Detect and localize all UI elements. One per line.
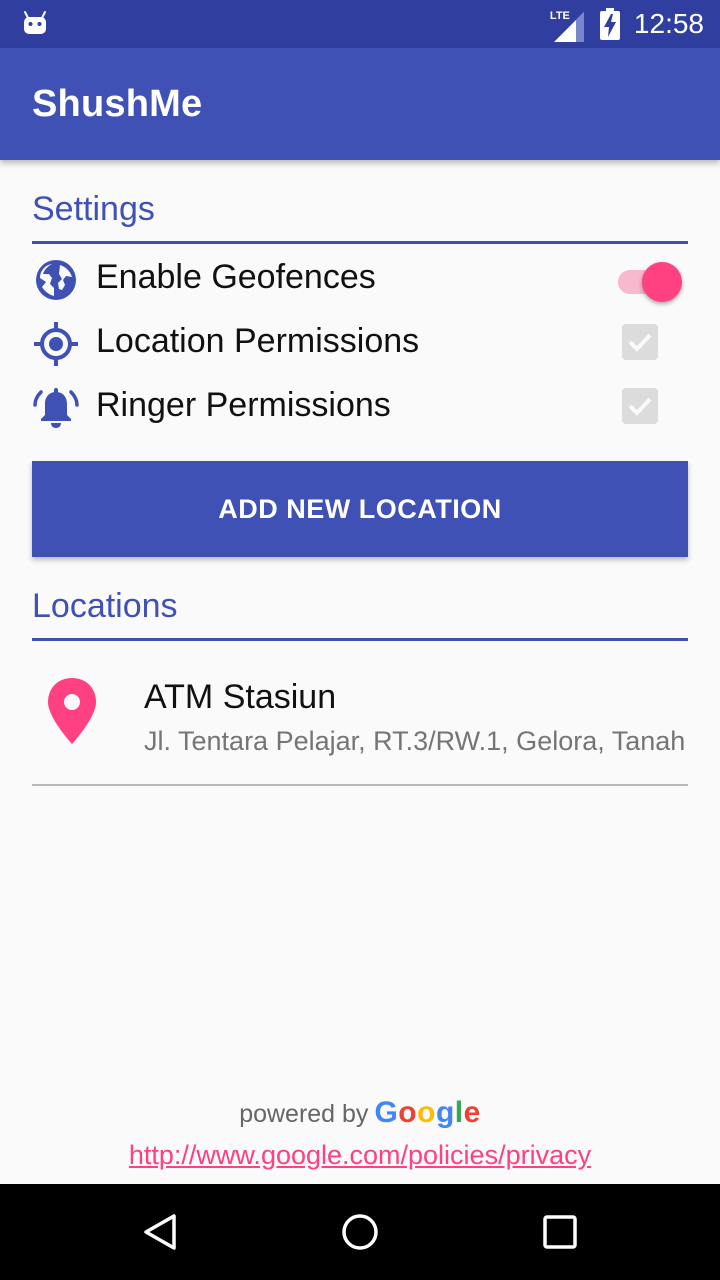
add-new-location-button[interactable]: ADD NEW LOCATION bbox=[32, 461, 688, 557]
gps-target-icon bbox=[34, 322, 78, 366]
google-letter: g bbox=[435, 1096, 455, 1129]
setting-label: Enable Geofences bbox=[96, 258, 376, 296]
location-permissions-row[interactable]: Location Permissions bbox=[32, 310, 688, 374]
privacy-policy-link[interactable]: http://www.google.com/policies/privacy bbox=[0, 1140, 720, 1171]
globe-icon bbox=[36, 260, 76, 300]
powered-by-google: powered by Google bbox=[0, 1096, 720, 1130]
ringer-permission-checkbox[interactable] bbox=[622, 388, 658, 424]
check-icon bbox=[628, 397, 652, 416]
google-letter: o bbox=[417, 1096, 436, 1129]
check-icon bbox=[628, 333, 652, 352]
google-logo: Google bbox=[374, 1096, 480, 1129]
powered-by-label: powered by bbox=[239, 1100, 369, 1128]
location-list-item[interactable]: ATM Stasiun Jl. Tentara Pelajar, RT.3/RW… bbox=[32, 650, 688, 784]
locations-divider bbox=[32, 638, 688, 641]
geofence-switch[interactable] bbox=[616, 258, 682, 302]
recents-icon[interactable] bbox=[540, 1212, 580, 1252]
locations-section-title: Locations bbox=[32, 587, 178, 625]
home-icon[interactable] bbox=[340, 1212, 380, 1252]
navigation-bar bbox=[0, 1184, 720, 1280]
settings-divider bbox=[32, 241, 688, 244]
signal-icon: LTE bbox=[550, 8, 586, 42]
android-icon bbox=[24, 11, 46, 34]
enable-geofences-row[interactable]: Enable Geofences bbox=[32, 246, 688, 310]
clock: 12:58 bbox=[633, 8, 704, 39]
bell-ringing-icon bbox=[33, 388, 79, 428]
location-pin-icon bbox=[48, 678, 96, 744]
app-bar: ShushMe bbox=[0, 48, 720, 160]
location-address: Jl. Tentara Pelajar, RT.3/RW.1, Gelora, … bbox=[144, 726, 686, 756]
app-title: ShushMe bbox=[32, 83, 203, 125]
ringer-permissions-row[interactable]: Ringer Permissions bbox=[32, 374, 688, 438]
list-divider bbox=[32, 784, 688, 786]
status-bar: LTE 12:58 bbox=[0, 0, 720, 48]
google-letter: l bbox=[454, 1096, 464, 1129]
setting-label: Location Permissions bbox=[96, 322, 420, 360]
back-icon[interactable] bbox=[140, 1212, 180, 1252]
google-letter: e bbox=[463, 1096, 481, 1129]
location-permission-checkbox[interactable] bbox=[622, 324, 658, 360]
setting-label: Ringer Permissions bbox=[96, 386, 391, 424]
battery-charging-icon bbox=[599, 8, 620, 40]
settings-section-title: Settings bbox=[32, 190, 155, 228]
google-letter: G bbox=[374, 1096, 399, 1129]
location-name: ATM Stasiun bbox=[144, 678, 337, 716]
switch-thumb bbox=[642, 262, 682, 302]
google-letter: o bbox=[398, 1096, 418, 1129]
